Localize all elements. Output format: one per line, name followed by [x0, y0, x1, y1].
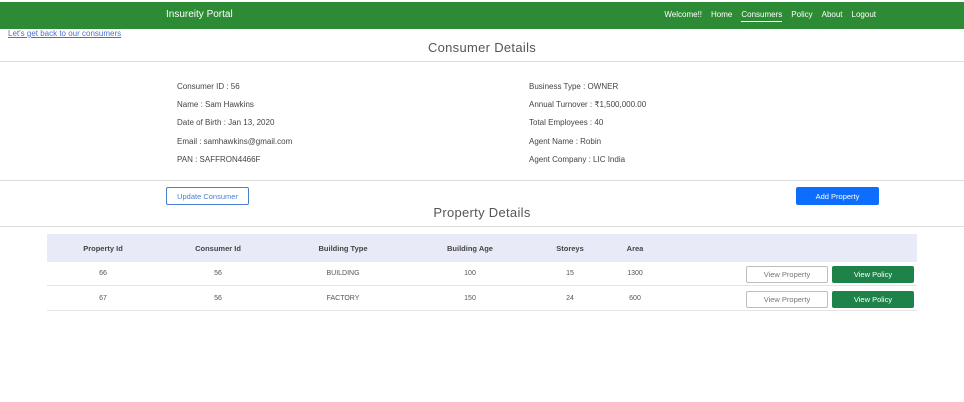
- property-table-header: Property Id Consumer Id Building Type Bu…: [47, 234, 917, 262]
- view-policy-button[interactable]: View Policy: [832, 266, 914, 283]
- view-policy-button[interactable]: View Policy: [832, 291, 914, 308]
- consumer-name: Name : Sam Hawkins: [177, 100, 254, 109]
- divider: [0, 226, 964, 227]
- header-storeys: Storeys: [556, 244, 584, 253]
- nav-about[interactable]: About: [822, 10, 843, 22]
- nav-consumers[interactable]: Consumers: [741, 10, 783, 22]
- header-building-type: Building Type: [318, 244, 368, 253]
- divider: [0, 61, 964, 62]
- agent-company: Agent Company : LIC India: [529, 155, 626, 164]
- header-area: Area: [626, 244, 644, 253]
- navbar: Insureity Portal Welcome!! Home Consumer…: [0, 2, 964, 29]
- cell-building-type: BUILDING: [326, 270, 360, 277]
- cell-property-id: 67: [99, 295, 107, 302]
- update-consumer-button[interactable]: Update Consumer: [166, 187, 249, 205]
- cell-building-age: 100: [464, 270, 476, 277]
- cell-consumer-id: 56: [214, 270, 222, 277]
- nav-links: Welcome!! Home Consumers Policy About Lo…: [664, 10, 876, 22]
- total-employees: Total Employees : 40: [529, 118, 604, 127]
- annual-turnover: Annual Turnover : ₹1,500,000.00: [529, 100, 647, 109]
- business-type: Business Type : OWNER: [529, 82, 619, 91]
- nav-policy[interactable]: Policy: [791, 10, 812, 22]
- cell-area: 1300: [627, 270, 643, 277]
- view-property-button[interactable]: View Property: [746, 266, 828, 283]
- nav-logout[interactable]: Logout: [852, 10, 876, 22]
- divider: [0, 180, 964, 181]
- cell-property-id: 66: [99, 270, 107, 277]
- header-property-id: Property Id: [83, 244, 123, 253]
- agent-name: Agent Name : Robin: [529, 137, 602, 146]
- brand-title[interactable]: Insureity Portal: [166, 9, 233, 20]
- table-row: 67 56 FACTORY 150 24 600 View Property V…: [47, 287, 917, 311]
- nav-welcome: Welcome!!: [664, 10, 703, 19]
- nav-home[interactable]: Home: [711, 10, 732, 22]
- consumer-pan: PAN : SAFFRON4466F: [177, 155, 261, 164]
- add-property-button[interactable]: Add Property: [796, 187, 879, 205]
- consumer-dob: Date of Birth : Jan 13, 2020: [177, 118, 275, 127]
- consumer-id: Consumer ID : 56: [177, 82, 240, 91]
- cell-area: 600: [629, 295, 641, 302]
- header-building-age: Building Age: [447, 244, 493, 253]
- table-row: 66 56 BUILDING 100 15 1300 View Property…: [47, 262, 917, 286]
- cell-building-type: FACTORY: [326, 295, 360, 302]
- cell-consumer-id: 56: [214, 295, 222, 302]
- back-to-consumers-link[interactable]: Let's get back to our consumers: [8, 29, 121, 38]
- property-details-title: Property Details: [433, 205, 531, 220]
- consumer-details-title: Consumer Details: [427, 40, 537, 55]
- view-property-button[interactable]: View Property: [746, 291, 828, 308]
- cell-storeys: 15: [566, 270, 574, 277]
- header-consumer-id: Consumer Id: [195, 244, 241, 253]
- cell-storeys: 24: [566, 295, 574, 302]
- consumer-email: Email : samhawkins@gmail.com: [177, 137, 293, 146]
- cell-building-age: 150: [464, 295, 476, 302]
